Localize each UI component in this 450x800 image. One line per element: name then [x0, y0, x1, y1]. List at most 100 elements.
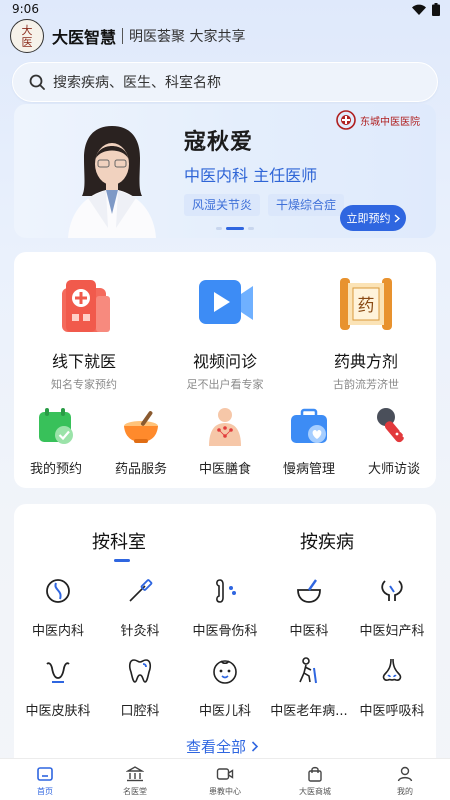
home-icon — [37, 767, 53, 781]
chronic-disease-service[interactable]: 慢病管理 — [271, 406, 347, 477]
tab-by-department[interactable]: 按科室 — [92, 528, 146, 554]
department-label: 中医骨伤科 — [192, 624, 258, 639]
wifi-icon — [412, 4, 426, 15]
view-all-label: 查看全部 — [186, 738, 247, 756]
tab-mall[interactable]: 大医商城 — [270, 759, 360, 800]
master-interview-service[interactable]: 大师访谈 — [356, 406, 432, 477]
brand-name: 大医智慧 — [52, 28, 117, 47]
service-title: 慢病管理 — [282, 462, 335, 477]
service-title: 中医膳食 — [198, 462, 251, 477]
book-appointment-button[interactable]: 立即预约 — [340, 205, 406, 231]
video-consult-service[interactable]: 视频问诊 足不出户看专家 — [165, 274, 285, 392]
svg-text:大: 大 — [22, 23, 33, 37]
specialty-tag: 风湿关节炎 — [184, 194, 261, 216]
scroll-icon: 药 — [340, 278, 392, 330]
tab-home[interactable]: 首页 — [0, 759, 90, 800]
tab-patient-education[interactable]: 患教中心 — [180, 759, 270, 800]
department-label: 口腔科 — [120, 704, 160, 719]
department-label: 针灸科 — [120, 624, 160, 639]
tab-label: 首页 — [37, 787, 53, 796]
search-bar[interactable]: 搜索疾病、医生、科室名称 — [12, 62, 438, 102]
brand-logo-mark: 大 医 — [22, 23, 33, 49]
medicine-service[interactable]: 药品服务 — [103, 406, 179, 477]
department-item[interactable]: 中医儿科 — [183, 656, 267, 719]
battery-icon — [432, 3, 440, 16]
department-item[interactable]: 中医科 — [267, 576, 351, 639]
tab-label: 大医商城 — [299, 787, 331, 796]
pagination-dot[interactable] — [216, 227, 222, 230]
acupuncture-needle-icon — [129, 579, 153, 602]
book-appointment-label: 立即预约 — [346, 212, 391, 225]
microphone-icon — [377, 408, 406, 443]
scroll-icon-char: 药 — [358, 296, 375, 316]
hospital-seal-icon — [336, 110, 356, 130]
svg-text:医: 医 — [22, 36, 33, 49]
nose-icon — [382, 658, 402, 681]
brand-slogan: 明医荟聚 大家共享 — [129, 29, 246, 45]
bottom-tab-bar: 首页 名医堂 患教中心 大医商城 我的 — [0, 758, 450, 800]
video-icon — [199, 280, 253, 324]
brand-logo[interactable]: 大 医 — [10, 19, 44, 53]
specialty-tag: 干燥综合症 — [268, 194, 345, 216]
hospital-logo: 东城中医医院 — [336, 110, 420, 130]
view-all-link[interactable]: 查看全部 — [186, 736, 259, 757]
service-title: 药品服务 — [114, 462, 167, 477]
department-item[interactable]: 中医老年病... — [267, 656, 351, 719]
active-tab-indicator — [114, 559, 130, 562]
mortar-icon — [297, 579, 321, 603]
status-time: 9:06 — [12, 2, 39, 16]
hall-icon — [126, 766, 144, 782]
service-subtitle: 古韵流芳济世 — [333, 378, 399, 391]
header-divider — [122, 28, 124, 44]
tab-famous-doctors[interactable]: 名医堂 — [90, 759, 180, 800]
service-title: 药典方剂 — [333, 352, 398, 371]
service-title: 视频问诊 — [192, 352, 257, 371]
department-label: 中医呼吸科 — [359, 704, 425, 719]
status-icons — [412, 3, 440, 16]
uterus-icon — [381, 580, 403, 601]
video-camera-icon — [216, 768, 234, 780]
department-label: 中医儿科 — [198, 704, 251, 719]
tooth-icon — [128, 659, 152, 683]
pagination-dot[interactable] — [248, 227, 254, 230]
skin-icon — [46, 662, 70, 683]
offline-visit-service[interactable]: 线下就医 知名专家预约 — [24, 274, 144, 392]
department-item[interactable]: 中医呼吸科 — [350, 656, 434, 719]
doctor-banner[interactable]: 寇秋爱 中医内科 主任医师 风湿关节炎 干燥综合症 东城中医医院 立即预约 — [14, 104, 436, 238]
stomach-icon — [46, 579, 70, 603]
pharmacopoeia-service[interactable]: 药 药典方剂 古韵流芳济世 — [306, 274, 426, 392]
elderly-icon — [299, 657, 317, 684]
pagination-dot-active[interactable] — [226, 227, 244, 230]
status-bar: 9:06 — [0, 0, 450, 20]
department-label: 中医内科 — [31, 624, 84, 639]
department-item[interactable]: 中医骨伤科 — [183, 576, 267, 639]
calendar-check-icon — [39, 408, 73, 444]
mortar-bowl-icon — [124, 411, 158, 443]
tcm-diet-service[interactable]: 中医膳食 — [187, 406, 263, 477]
service-subtitle: 知名专家预约 — [51, 378, 117, 391]
department-item[interactable]: 中医内科 — [16, 576, 100, 639]
bone-icon — [216, 579, 236, 603]
baby-icon — [213, 660, 237, 684]
department-card: 按科室 按疾病 中医内科 针灸科 中医骨伤科 中医科 中医妇产科 中医皮肤科 口… — [14, 504, 436, 766]
acupoint-body-icon — [209, 408, 241, 446]
tab-label: 名医堂 — [123, 787, 147, 796]
services-card: 线下就医 知名专家预约 视频问诊 足不出户看专家 药 药典方剂 古韵流芳济世 我… — [14, 252, 436, 488]
doctor-title: 中医内科 主任医师 — [184, 166, 318, 185]
service-title: 大师访谈 — [367, 462, 420, 477]
department-label: 中医老年病... — [270, 704, 348, 719]
medical-kit-icon — [291, 408, 327, 443]
department-item[interactable]: 中医皮肤科 — [16, 656, 100, 719]
department-item[interactable]: 针灸科 — [98, 576, 182, 639]
tab-by-disease[interactable]: 按疾病 — [300, 528, 354, 554]
doctor-photo — [68, 126, 156, 238]
hospital-name: 东城中医医院 — [360, 116, 420, 128]
search-placeholder: 搜索疾病、医生、科室名称 — [53, 75, 221, 91]
tab-profile[interactable]: 我的 — [360, 759, 450, 800]
tab-label: 患教中心 — [209, 787, 241, 796]
department-label: 中医科 — [289, 624, 329, 639]
shopping-bag-icon — [308, 766, 322, 782]
department-item[interactable]: 中医妇产科 — [350, 576, 434, 639]
my-appointments-service[interactable]: 我的预约 — [18, 406, 94, 477]
department-item[interactable]: 口腔科 — [98, 656, 182, 719]
